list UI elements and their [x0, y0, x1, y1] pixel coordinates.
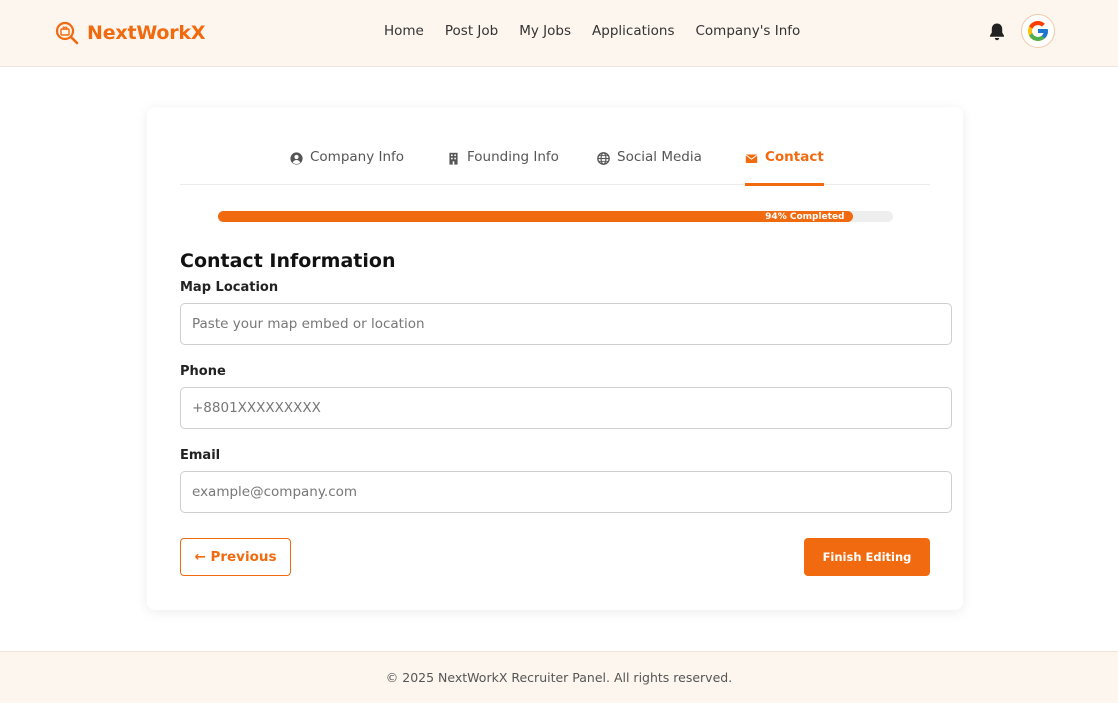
progress-bar: 94% Completed [218, 211, 893, 222]
tab-founding-info[interactable]: Founding Info [447, 149, 559, 185]
main-nav: Home Post Job My Jobs Applications Compa… [384, 23, 821, 39]
settings-tabs: Company Info Founding Info Social Media [180, 135, 930, 186]
nav-item-post-job[interactable]: Post Job [445, 23, 498, 39]
tab-social-media[interactable]: Social Media [597, 149, 702, 185]
progress-label: 94% Completed [765, 211, 845, 222]
google-g-icon [1028, 21, 1048, 41]
phone-label: Phone [180, 364, 226, 379]
email-label: Email [180, 448, 221, 463]
tab-label: Company Info [310, 149, 405, 165]
phone-input[interactable] [180, 387, 952, 429]
progress-fill: 94% Completed [218, 211, 853, 222]
footer-copyright: © 2025 NextWorkX Recruiter Panel. All ri… [385, 670, 733, 685]
globe-icon [597, 152, 610, 165]
tab-label: Social Media [617, 149, 702, 165]
tab-contact[interactable]: Contact [745, 149, 824, 186]
company-settings-card: Company Info Founding Info Social Media [147, 107, 963, 610]
email-input[interactable] [180, 471, 952, 513]
map-location-label: Map Location [180, 280, 279, 295]
brand-logo[interactable]: NextWorkX [55, 20, 206, 46]
magnifier-briefcase-icon [55, 21, 79, 45]
tab-label: Founding Info [467, 149, 559, 165]
top-navbar: NextWorkX Home Post Job My Jobs Applicat… [0, 0, 1118, 67]
envelope-icon [745, 154, 758, 163]
footer: © 2025 NextWorkX Recruiter Panel. All ri… [0, 651, 1118, 703]
nav-item-home[interactable]: Home [384, 23, 424, 39]
nav-item-my-jobs[interactable]: My Jobs [519, 23, 571, 39]
bell-icon[interactable] [988, 22, 1006, 42]
tab-label: Contact [765, 149, 824, 165]
user-circle-icon [290, 152, 303, 165]
tab-company-info[interactable]: Company Info [290, 149, 404, 185]
avatar[interactable] [1021, 14, 1055, 48]
finish-editing-button[interactable]: Finish Editing [804, 538, 930, 576]
brand-name: NextWorkX [87, 22, 206, 44]
nav-item-applications[interactable]: Applications [592, 23, 674, 39]
map-location-input[interactable] [180, 303, 952, 345]
building-icon [449, 152, 458, 165]
section-title: Contact Information [180, 250, 396, 272]
previous-button[interactable]: ← Previous [180, 538, 291, 576]
nav-item-company-info[interactable]: Company's Info [695, 23, 800, 39]
